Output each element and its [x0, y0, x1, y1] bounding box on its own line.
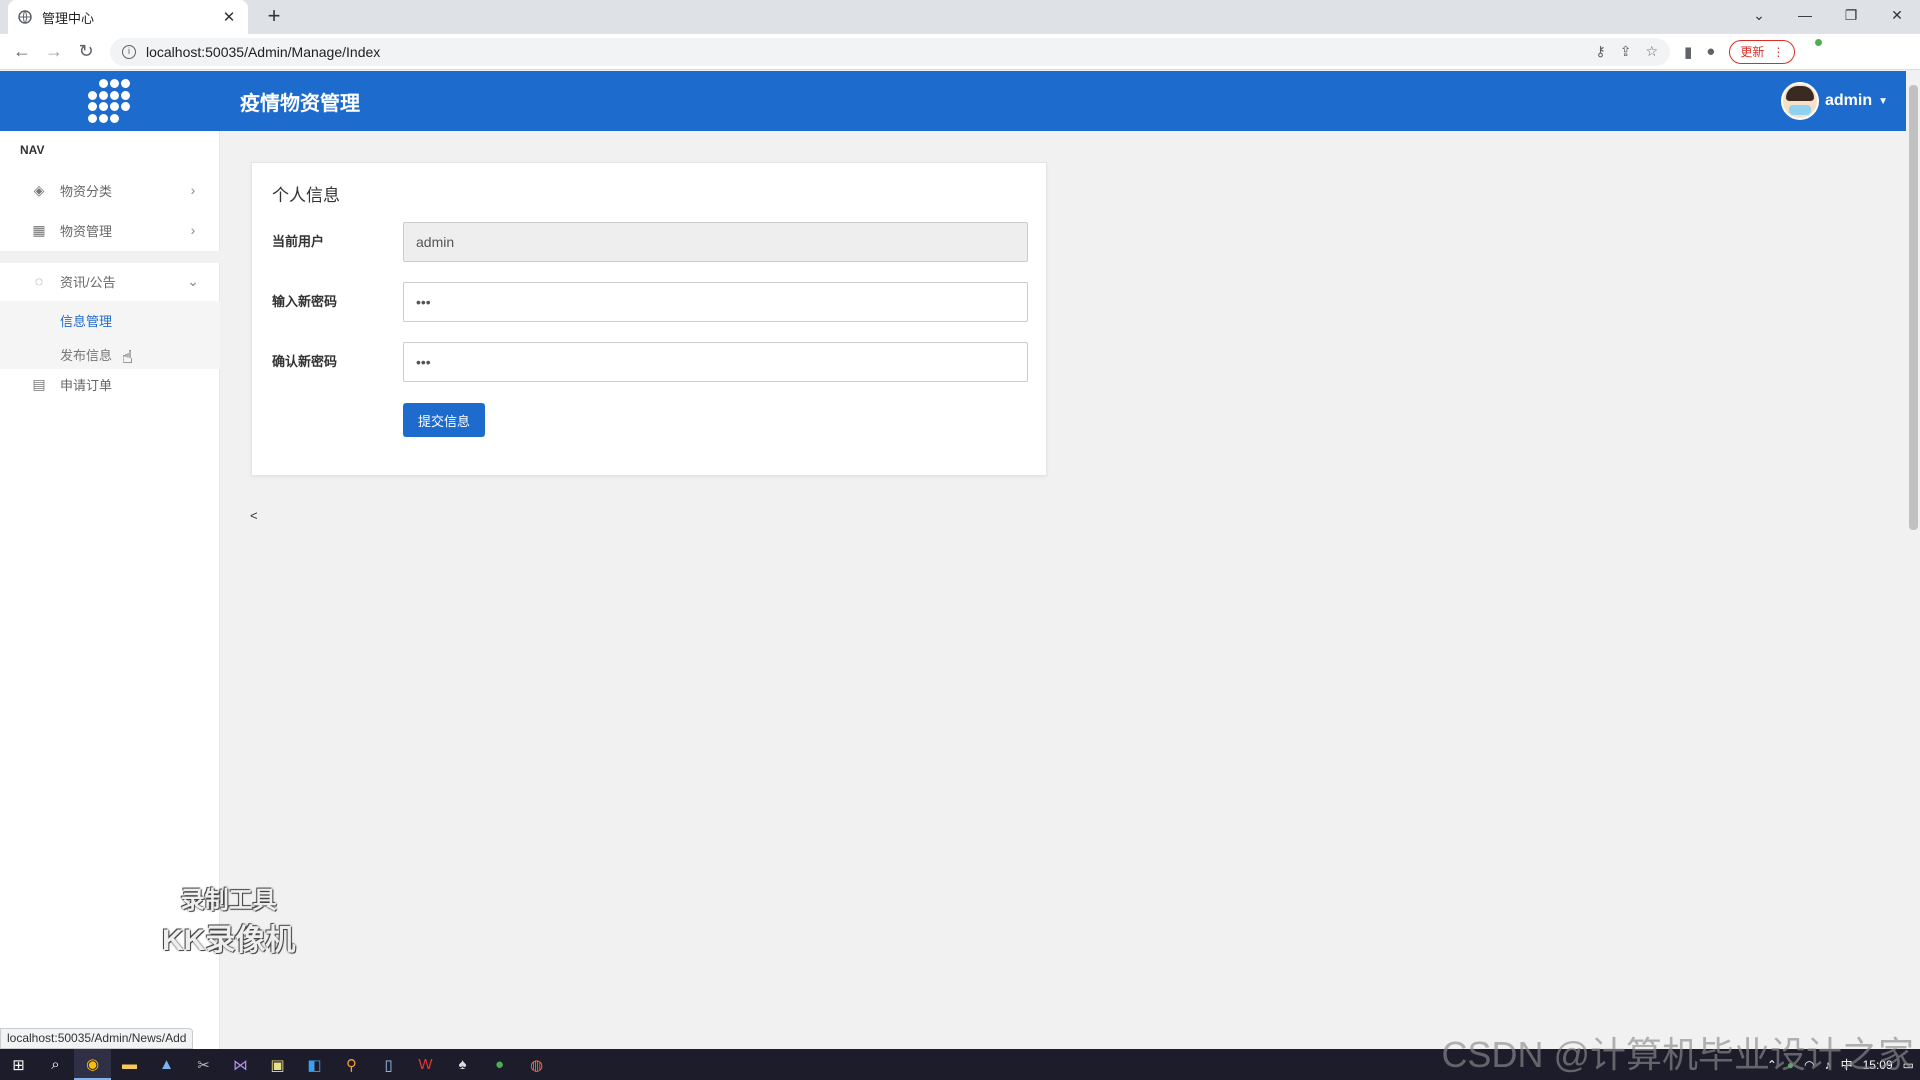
user-name: admin: [1824, 92, 1873, 109]
window-controls: ⌄ — ❐ ✕: [1736, 0, 1920, 34]
restore-icon[interactable]: ❐: [1828, 0, 1874, 30]
new-tab-icon[interactable]: +: [260, 4, 288, 30]
sidebar-subitem-publish[interactable]: 发布信息: [0, 339, 220, 369]
browser-tab-bar: 管理中心 ✕ + ⌄ — ❐ ✕: [0, 0, 1920, 34]
globe-icon: [18, 10, 32, 24]
caret-down-icon: ▼: [1878, 95, 1888, 107]
forward-icon[interactable]: →: [38, 36, 70, 68]
site-info-icon[interactable]: i: [122, 44, 136, 59]
watermark-line2: KK录像机: [162, 924, 296, 957]
avatar: [1780, 82, 1819, 120]
sidebar-item-label: 物资管理: [60, 223, 113, 239]
update-label: 更新: [1740, 45, 1765, 59]
address-url[interactable]: localhost:50035/Admin/Manage/Index: [146, 44, 1595, 60]
side-panel-icon[interactable]: ▮: [1684, 43, 1692, 61]
visual-studio-icon[interactable]: ⋈: [222, 1049, 259, 1080]
sidebar-item-label: 物资分类: [60, 183, 113, 199]
page-scrollbar[interactable]: [1906, 71, 1920, 1049]
nav-heading: NAV: [20, 143, 45, 157]
search-icon[interactable]: ⌕: [37, 1049, 74, 1080]
sidebar-subitem-label: 信息管理: [60, 313, 113, 329]
sidebar-item-orders[interactable]: ▤ 申请订单: [0, 369, 220, 399]
app-header: 疫情物资管理 admin ▼: [0, 71, 1906, 131]
file-explorer-icon[interactable]: ▬: [111, 1049, 148, 1080]
stray-text: <: [250, 508, 258, 523]
new-password-label: 输入新密码: [272, 294, 338, 309]
back-icon[interactable]: ←: [6, 36, 38, 68]
hand-cursor-icon: ☝: [122, 347, 133, 367]
dots-logo-icon[interactable]: [88, 79, 132, 123]
sidebar-item-category[interactable]: ◈ 物资分类 ›: [0, 170, 220, 210]
recorder-icon[interactable]: ◍: [518, 1049, 555, 1080]
chevron-right-icon: ›: [190, 182, 196, 198]
address-bar[interactable]: i localhost:50035/Admin/Manage/Index ⚷ ⇪…: [110, 37, 1670, 66]
confirm-password-label: 确认新密码: [272, 354, 338, 369]
app-title: 疫情物资管理: [240, 93, 360, 115]
notepad-icon[interactable]: ▣: [259, 1049, 296, 1080]
tool-icon[interactable]: ✂: [185, 1049, 222, 1080]
star-icon[interactable]: ☆: [1645, 43, 1658, 60]
submit-button[interactable]: 提交信息: [403, 403, 485, 437]
sidebar-item-label: 资讯/公告: [60, 274, 116, 290]
chat-icon: ◌: [34, 273, 44, 289]
share-icon[interactable]: ⇪: [1620, 43, 1632, 60]
chevron-down-icon: ⌄: [187, 272, 199, 289]
confirm-password-field[interactable]: [403, 342, 1028, 382]
profile-card: 个人信息 当前用户 输入新密码 确认新密码 提交信息: [251, 162, 1047, 476]
sidebar-subitem-info-manage[interactable]: 信息管理: [0, 301, 220, 339]
id-card-icon: ▤: [32, 375, 46, 392]
document-icon[interactable]: ▯: [370, 1049, 407, 1080]
wechat-icon[interactable]: ●: [481, 1049, 518, 1080]
grid-icon: ▦: [32, 221, 46, 238]
online-status-icon: [1814, 38, 1823, 47]
sidebar-subitem-label: 发布信息: [60, 347, 113, 363]
sidebar-item-supplies[interactable]: ▦ 物资管理 ›: [0, 210, 220, 250]
photos-icon[interactable]: ▲: [148, 1049, 185, 1080]
browser-tab[interactable]: 管理中心 ✕: [8, 0, 248, 34]
recorder-watermark: 录制工具 KK录像机: [162, 880, 295, 959]
magnifier-app-icon[interactable]: ⚲: [333, 1049, 370, 1080]
minimize-icon[interactable]: —: [1782, 0, 1828, 30]
scrollbar-thumb[interactable]: [1909, 85, 1918, 530]
current-user-field: [403, 222, 1028, 262]
watermark-line1: 录制工具: [180, 887, 277, 914]
chevron-right-icon: ›: [190, 222, 196, 238]
tab-search-icon[interactable]: ⌄: [1736, 0, 1782, 30]
tab-title: 管理中心: [42, 10, 95, 26]
tag-icon: ◈: [33, 181, 45, 198]
card-title: 个人信息: [272, 186, 340, 205]
profile-icon[interactable]: ●: [1706, 43, 1715, 60]
chrome-icon[interactable]: ◉: [74, 1049, 111, 1080]
sidebar-item-label: 申请订单: [60, 377, 113, 393]
close-tab-icon[interactable]: ✕: [220, 8, 238, 26]
browser-toolbar: ← → ↻ i localhost:50035/Admin/Manage/Ind…: [0, 34, 1920, 70]
game-icon[interactable]: ♠: [444, 1049, 481, 1080]
app-icon[interactable]: ◧: [296, 1049, 333, 1080]
csdn-watermark: CSDN @计算机毕业设计之家: [1441, 1034, 1914, 1075]
current-user-label: 当前用户: [272, 234, 325, 249]
wps-icon[interactable]: W: [407, 1049, 444, 1080]
close-window-icon[interactable]: ✕: [1874, 0, 1920, 30]
more-menu-icon: ⋮: [1772, 44, 1785, 59]
sidebar-item-news[interactable]: ◌ 资讯/公告 ⌄: [0, 261, 220, 301]
new-password-field[interactable]: [403, 282, 1028, 322]
update-button[interactable]: 更新 ⋮: [1729, 39, 1796, 64]
key-icon[interactable]: ⚷: [1595, 43, 1605, 60]
status-bar-url: localhost:50035/Admin/News/Add: [0, 1028, 194, 1049]
user-menu[interactable]: admin ▼: [1780, 82, 1888, 120]
windows-start-icon[interactable]: ⊞: [0, 1049, 37, 1080]
reload-icon[interactable]: ↻: [70, 36, 102, 68]
